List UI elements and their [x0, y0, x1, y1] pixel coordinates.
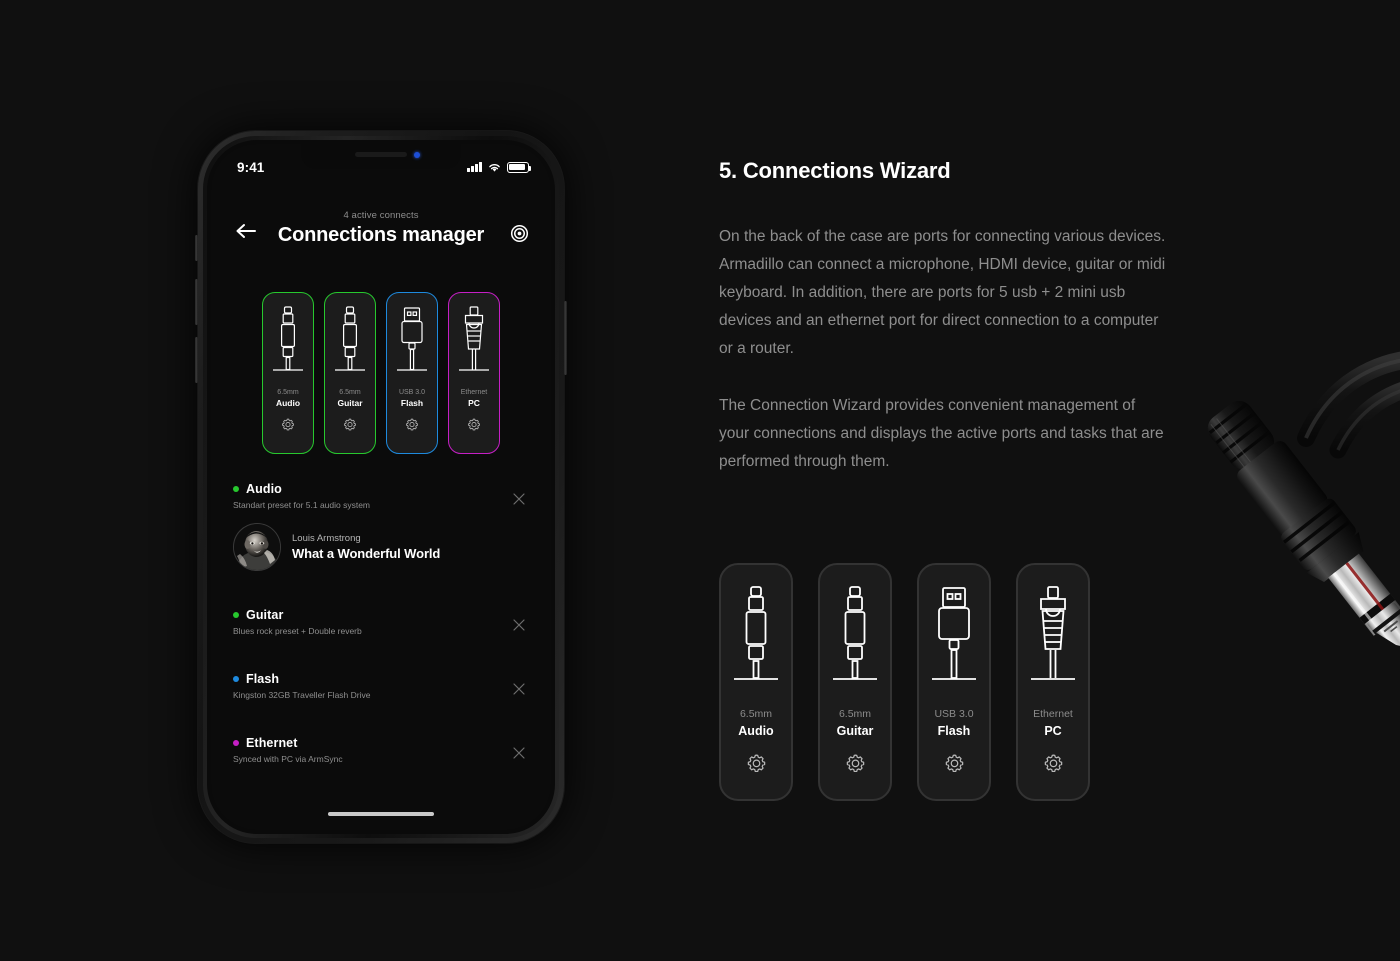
connection-desc: Kingston 32GB Traveller Flash Drive	[233, 690, 371, 700]
port-card-flash[interactable]: USB 3.0 Flash	[386, 292, 438, 454]
status-indicators	[467, 161, 532, 173]
audio-jack-cable-photo	[1207, 351, 1400, 648]
phone-screen: 9:41 4 active connects Connections manag…	[211, 144, 551, 830]
status-badge	[233, 740, 239, 746]
close-icon[interactable]	[511, 617, 527, 633]
connection-name: Flash	[246, 672, 280, 686]
port-card-guitar[interactable]: 6.5mm Guitar	[324, 292, 376, 454]
connection-desc: Synced with PC via ArmSync	[233, 754, 343, 764]
paragraph-1: On the back of the case are ports for co…	[719, 228, 1166, 357]
port-name: PC	[1044, 724, 1062, 738]
connection-desc: Standart preset for 5.1 audio system	[233, 500, 371, 510]
port-name: PC	[468, 398, 480, 408]
phone-power-button[interactable]	[564, 301, 567, 375]
connection-name: Guitar	[246, 608, 284, 622]
rj45-plug-icon	[1027, 583, 1079, 693]
page-title: Connections manager	[277, 224, 485, 246]
page-root: 9:41 4 active connects Connections manag…	[0, 0, 1400, 961]
usb-plug-icon	[394, 304, 430, 380]
port-name: Flash	[937, 724, 971, 738]
rj45-plug-icon	[456, 304, 492, 380]
jack-plug-icon	[829, 583, 881, 693]
section-title: 5. Connections Wizard	[719, 158, 951, 183]
status-badge	[233, 612, 239, 618]
port-card-large-flash[interactable]: USB 3.0 Flash	[917, 563, 991, 801]
wifi-icon	[489, 163, 500, 172]
port-type: 6.5mm	[277, 389, 299, 396]
list-item[interactable]: Guitar Blues rock preset + Double reverb	[233, 597, 529, 640]
now-playing-text: Louis Armstrong What a Wonderful World	[292, 533, 440, 561]
description-panel: 5. Connections Wizard On the back of the…	[719, 158, 1169, 476]
phone-volume-down-button[interactable]	[195, 337, 198, 383]
connection-desc: Blues rock preset + Double reverb	[233, 626, 362, 636]
phone-volume-up-button[interactable]	[195, 279, 198, 325]
connections-list: Audio Standart preset for 5.1 audio syst…	[211, 471, 551, 768]
port-card-large-pc[interactable]: Ethernet PC	[1016, 563, 1090, 801]
port-cards-large: 6.5mm Audio 6.5mm Guitar USB 3.0 Flash E…	[719, 563, 1090, 801]
connection-header: Audio	[233, 482, 529, 496]
port-type: USB 3.0	[934, 708, 974, 720]
arrow-left-icon[interactable]	[235, 222, 257, 240]
battery-icon	[507, 161, 532, 173]
np-artist: Louis Armstrong	[292, 533, 361, 544]
port-type: USB 3.0	[398, 389, 426, 396]
port-type: 6.5mm	[339, 389, 361, 396]
port-name: Audio	[738, 724, 774, 738]
now-playing[interactable]: Louis Armstrong What a Wonderful World	[233, 523, 529, 571]
port-name: Flash	[400, 398, 424, 408]
status-bar: 9:41	[211, 144, 551, 182]
gear-icon[interactable]	[944, 752, 965, 773]
port-card-audio[interactable]: 6.5mm Audio	[262, 292, 314, 454]
port-card-pc[interactable]: Ethernet PC	[448, 292, 500, 454]
close-icon[interactable]	[511, 491, 527, 507]
gear-icon[interactable]	[467, 417, 481, 431]
connection-header: Ethernet	[233, 736, 529, 750]
connection-header: Flash	[233, 672, 529, 686]
close-icon[interactable]	[511, 745, 527, 761]
list-item[interactable]: Flash Kingston 32GB Traveller Flash Driv…	[233, 661, 529, 704]
gear-icon[interactable]	[281, 417, 295, 431]
list-item[interactable]: Ethernet Synced with PC via ArmSync	[233, 725, 529, 768]
port-name: Guitar	[836, 724, 874, 738]
port-type: 6.5mm	[838, 708, 872, 720]
gear-icon[interactable]	[845, 752, 866, 773]
target-icon[interactable]	[510, 224, 529, 243]
port-card-large-guitar[interactable]: 6.5mm Guitar	[818, 563, 892, 801]
avatar	[233, 523, 281, 571]
list-item[interactable]: Audio Standart preset for 5.1 audio syst…	[233, 471, 529, 575]
gear-icon[interactable]	[343, 417, 357, 431]
status-time: 9:41	[237, 159, 265, 175]
phone-mute-switch[interactable]	[195, 235, 198, 261]
active-connects-count: 4 active connects	[343, 210, 419, 221]
cellular-signal-icon	[467, 162, 482, 172]
port-type: 6.5mm	[739, 708, 773, 720]
connection-name: Ethernet	[246, 736, 298, 750]
paragraph-2: The Connection Wizard provides convenien…	[719, 397, 1164, 470]
port-name: Audio	[275, 398, 301, 408]
app-header: 4 active connects Connections manager	[211, 210, 551, 262]
status-badge	[233, 486, 239, 492]
gear-icon[interactable]	[746, 752, 767, 773]
jack-plug-icon	[270, 304, 306, 380]
port-card-large-audio[interactable]: 6.5mm Audio	[719, 563, 793, 801]
jack-plug-icon	[730, 583, 782, 693]
header-center: 4 active connects Connections manager	[211, 210, 551, 247]
port-name: Guitar	[337, 398, 363, 408]
usb-plug-icon	[928, 583, 980, 693]
home-indicator[interactable]	[328, 811, 434, 816]
port-type: Ethernet	[1033, 708, 1073, 720]
connection-header: Guitar	[233, 608, 529, 622]
connection-name: Audio	[246, 482, 282, 496]
gear-icon[interactable]	[1043, 752, 1064, 773]
jack-plug-icon	[332, 304, 368, 380]
np-track: What a Wonderful World	[292, 546, 441, 561]
status-badge	[233, 676, 239, 682]
gear-icon[interactable]	[405, 417, 419, 431]
port-cards-phone: 6.5mm Audio 6.5mm Guitar USB 3.0 Flash E…	[211, 292, 551, 454]
phone-mockup: 9:41 4 active connects Connections manag…	[195, 131, 567, 843]
port-type: Ethernet	[460, 389, 488, 396]
close-icon[interactable]	[511, 681, 527, 697]
